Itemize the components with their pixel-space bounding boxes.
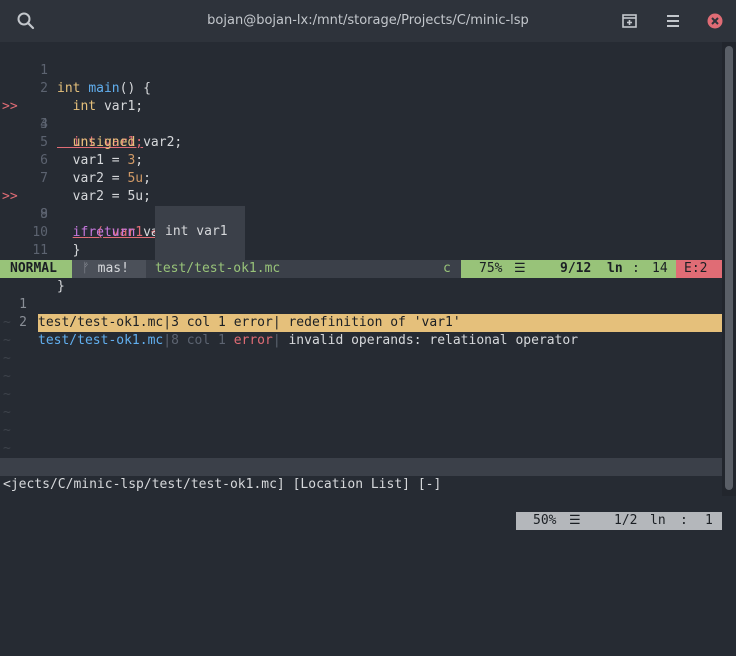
- code-line[interactable]: 6 var2 = 5u;: [0, 134, 720, 186]
- code-line[interactable]: 2 int var1;: [0, 62, 720, 114]
- terminal-window: bojan@bojan-lx:/mnt/storage/Projects/C/m…: [0, 0, 736, 530]
- empty-line-marker: ~: [3, 387, 11, 402]
- location-list-item[interactable]: 2 test/test-ok1.mc|8 col 1 error| invali…: [0, 296, 722, 348]
- code-line-error[interactable]: >> 8 if ( var1 < var2 ) {: [0, 170, 720, 240]
- location-file: test/test-ok1.mc: [38, 315, 164, 330]
- status-line: NORMAL ᚠ mas! test/test-ok1.mc c 75% ☰ 9…: [0, 260, 722, 278]
- ln-label: ln: [650, 513, 666, 528]
- cursor-position: 9/12: [560, 261, 592, 276]
- code-line[interactable]: 9 return var1;: [0, 188, 720, 240]
- empty-line-marker: ~: [3, 423, 11, 438]
- empty-line-marker: ~: [3, 315, 11, 330]
- hamburger-menu-icon[interactable]: [663, 11, 683, 31]
- percent: 50%: [533, 513, 557, 528]
- mode-indicator: NORMAL: [0, 260, 72, 278]
- ln-label: ln: [607, 261, 623, 276]
- hover-popup: int var1: [155, 206, 245, 260]
- location-position: 3 col 1: [171, 315, 226, 330]
- title-bar: bojan@bojan-lx:/mnt/storage/Projects/C/m…: [0, 0, 736, 42]
- file-name: test/test-ok1.mc: [155, 261, 281, 276]
- location-list-path: <jects/C/minic-lsp/test/test-ok1.mc] [Lo…: [3, 477, 442, 492]
- column-separator: :: [632, 261, 640, 276]
- git-branch-icon: ᚠ: [82, 261, 90, 276]
- location-list-position: 50% ☰ 1/2 ln : 1: [516, 512, 722, 530]
- empty-line-marker: ~: [3, 369, 11, 384]
- new-tab-icon[interactable]: [620, 11, 640, 31]
- lines-icon: ☰: [569, 513, 581, 528]
- cursor-position: 1/2: [614, 513, 638, 528]
- column-number: 1: [705, 513, 713, 528]
- lines-icon: ☰: [514, 261, 526, 276]
- column-separator: :: [680, 513, 688, 528]
- code-line[interactable]: 1 int main() {: [0, 44, 720, 96]
- scrollbar-thumb[interactable]: [725, 46, 733, 490]
- location-list-status: <jects/C/minic-lsp/test/test-ok1.mc] [Lo…: [0, 458, 722, 530]
- percent: 75%: [479, 261, 503, 276]
- vim-editor[interactable]: 1 int main() { 2 int var1; >> 3 int var1…: [0, 42, 722, 530]
- error-count: E:2: [676, 260, 722, 278]
- code-line[interactable]: 12 }: [0, 242, 720, 294]
- code-line[interactable]: 7 var2 = 5u;: [0, 152, 720, 204]
- location-position: 8 col 1: [171, 333, 226, 348]
- location-entry: test/test-ok1.mc|3 col 1 error| redefini…: [38, 314, 722, 332]
- close-icon[interactable]: [705, 11, 725, 31]
- code-line-error[interactable]: >> 3 int var1;: [0, 80, 720, 150]
- scrollbar[interactable]: [722, 42, 736, 496]
- empty-line-marker: ~: [3, 333, 11, 348]
- git-branch: ᚠ mas!: [72, 260, 146, 278]
- branch-name: mas!: [97, 261, 129, 276]
- code-line[interactable]: 10 }: [0, 206, 720, 258]
- location-type: error: [233, 315, 273, 330]
- column-number: 14: [652, 261, 668, 276]
- code-line[interactable]: 5 var1 = 3;: [0, 116, 720, 168]
- location-list-item[interactable]: 1 test/test-ok1.mc|3 col 1 error| redefi…: [0, 278, 722, 332]
- location-message: redefinition of 'var1': [288, 315, 461, 330]
- empty-line-marker: ~: [3, 405, 11, 420]
- code-line[interactable]: 4 unsigned var2;: [0, 98, 720, 150]
- location-file: test/test-ok1.mc: [38, 333, 164, 348]
- location-message: invalid operands: relational operator: [288, 333, 579, 348]
- location-type: error: [233, 333, 273, 348]
- hover-popup-text: int var1: [165, 224, 228, 239]
- empty-line-marker: ~: [3, 441, 11, 456]
- file-type: c: [443, 261, 451, 276]
- position-section: 75% ☰ 9/12 ln : 14: [461, 260, 676, 278]
- empty-line-marker: ~: [3, 351, 11, 366]
- location-entry: test/test-ok1.mc|8 col 1 error| invalid …: [38, 333, 579, 348]
- code-line[interactable]: 11 return 0;: [0, 224, 720, 276]
